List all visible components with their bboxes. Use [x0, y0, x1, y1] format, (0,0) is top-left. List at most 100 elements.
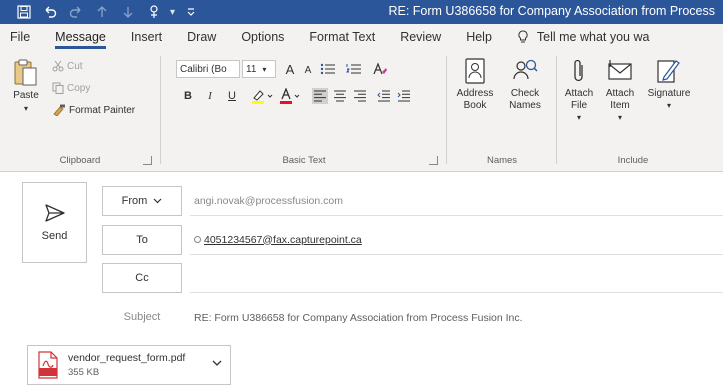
ribbon: Paste ▾ Cut Copy Format Painter Clipboar… — [0, 50, 723, 172]
align-center-icon[interactable] — [332, 88, 348, 104]
attach-file-label: Attach File — [564, 88, 594, 111]
tab-help[interactable]: Help — [466, 24, 492, 50]
to-field[interactable]: 4051234567@fax.capturepoint.ca — [190, 225, 723, 255]
italic-button[interactable]: I — [202, 88, 218, 104]
signature-button[interactable]: Signature ▾ — [644, 56, 694, 112]
align-left-icon[interactable] — [312, 88, 328, 104]
address-book-label: Address Book — [456, 88, 494, 111]
presence-icon — [194, 236, 201, 243]
copy-icon — [52, 82, 64, 94]
chevron-down-icon[interactable] — [212, 360, 222, 367]
send-button[interactable]: Send — [22, 182, 87, 263]
attach-item-label: Attach Item — [605, 88, 635, 111]
bullets-icon[interactable] — [320, 61, 336, 77]
signature-dropdown-icon[interactable]: ▾ — [667, 100, 671, 112]
tab-message[interactable]: Message — [55, 24, 106, 50]
subject-label: Subject — [123, 311, 161, 323]
tab-options[interactable]: Options — [241, 24, 284, 50]
signature-label: Signature — [647, 88, 691, 99]
touch-mode-dropdown-icon[interactable]: ▾ — [170, 7, 175, 18]
decrease-indent-icon[interactable] — [376, 88, 392, 104]
cc-field[interactable] — [190, 263, 723, 293]
clear-formatting-icon[interactable] — [372, 61, 388, 77]
underline-button[interactable]: U — [224, 88, 240, 104]
basic-text-launcher-icon[interactable] — [429, 156, 438, 165]
names-group-label: Names — [486, 155, 518, 166]
scissors-icon — [52, 60, 64, 72]
attach-item-dropdown-icon[interactable]: ▾ — [618, 112, 622, 124]
clipboard-launcher-icon[interactable] — [143, 156, 152, 165]
paste-label: Paste — [13, 90, 39, 101]
attach-file-dropdown-icon[interactable]: ▾ — [577, 112, 581, 124]
increase-indent-icon[interactable] — [396, 88, 412, 104]
redo-icon[interactable] — [66, 2, 86, 22]
format-painter-button[interactable]: Format Painter — [52, 104, 135, 116]
include-group: Attach File ▾ Attach Item ▾ Signature ▾ … — [558, 52, 708, 168]
window-title: RE: Form U386658 for Company Association… — [388, 4, 715, 18]
include-group-label: Include — [617, 155, 649, 166]
paste-button[interactable]: Paste ▾ — [6, 58, 46, 115]
from-button[interactable]: From — [102, 186, 182, 216]
format-painter-label: Format Painter — [69, 104, 136, 116]
bold-button[interactable]: B — [180, 88, 196, 104]
address-book-button[interactable]: Address Book — [452, 56, 498, 112]
format-painter-icon — [53, 104, 65, 116]
basic-text-group-label: Basic Text — [282, 155, 326, 166]
attachment-name: vendor_request_form.pdf — [68, 352, 186, 364]
tab-draw[interactable]: Draw — [187, 24, 216, 50]
basic-text-group: Calibri (Bo 11 ▾ A A B I U Basic Text — [166, 52, 442, 168]
tab-file[interactable]: File — [10, 24, 30, 50]
attach-item-button[interactable]: Attach Item ▾ — [600, 56, 640, 124]
down-arrow-icon[interactable] — [118, 2, 138, 22]
attachment-card[interactable]: vendor_request_form.pdf 355 KB — [27, 345, 231, 385]
attach-file-button[interactable]: Attach File ▾ — [560, 56, 598, 124]
undo-icon[interactable] — [40, 2, 60, 22]
group-divider — [446, 56, 447, 164]
align-right-icon[interactable] — [352, 88, 368, 104]
from-field: angi.novak@processfusion.com — [190, 186, 723, 216]
lightbulb-icon — [518, 30, 528, 43]
numbering-icon[interactable] — [346, 61, 362, 77]
copy-label: Copy — [67, 82, 91, 94]
cc-button[interactable]: Cc — [102, 263, 182, 293]
touch-mode-icon[interactable] — [144, 2, 164, 22]
save-icon[interactable] — [14, 2, 34, 22]
ribbon-tabs: File Message Insert Draw Options Format … — [0, 24, 723, 50]
font-size-dropdown-icon: ▾ — [262, 64, 267, 74]
check-names-button[interactable]: Check Names — [502, 56, 548, 112]
copy-button[interactable]: Copy — [52, 82, 90, 94]
clipboard-group: Paste ▾ Cut Copy Format Painter Clipboar… — [4, 52, 156, 168]
grow-font-button[interactable]: A — [282, 61, 298, 77]
cut-button[interactable]: Cut — [52, 60, 83, 72]
send-icon — [44, 203, 65, 222]
to-address: 4051234567@fax.capturepoint.ca — [204, 233, 362, 246]
grow-font-label: A — [285, 61, 295, 77]
to-button[interactable]: To — [102, 225, 182, 255]
customize-icon[interactable] — [181, 2, 201, 22]
tab-review[interactable]: Review — [400, 24, 441, 50]
subject-field[interactable]: RE: Form U386658 for Company Association… — [194, 312, 523, 324]
font-size-value: 11 — [246, 63, 257, 75]
clipboard-group-label: Clipboard — [59, 155, 101, 166]
shrink-font-button[interactable]: A — [300, 62, 316, 78]
shrink-font-label: A — [304, 64, 312, 76]
from-address: angi.novak@processfusion.com — [194, 194, 343, 207]
envelope-icon — [608, 60, 632, 80]
cut-label: Cut — [67, 60, 83, 72]
recipient-chip[interactable]: 4051234567@fax.capturepoint.ca — [194, 234, 362, 246]
check-names-label: Check Names — [509, 88, 541, 111]
paste-icon — [14, 59, 37, 86]
to-label: To — [136, 234, 148, 246]
highlight-icon[interactable] — [250, 88, 274, 104]
up-arrow-icon[interactable] — [92, 2, 112, 22]
tell-me-text: Tell me what you wa — [536, 30, 650, 44]
paperclip-icon — [574, 59, 583, 82]
quick-access-toolbar: ▾ — [0, 0, 207, 24]
tab-insert[interactable]: Insert — [131, 24, 162, 50]
paste-dropdown-icon[interactable]: ▾ — [24, 103, 28, 115]
tell-me-search[interactable]: Tell me what you wa — [517, 30, 650, 44]
tab-format-text[interactable]: Format Text — [309, 24, 375, 50]
font-name-select[interactable]: Calibri (Bo — [176, 60, 240, 78]
font-size-select[interactable]: 11 ▾ — [242, 60, 276, 78]
font-color-icon[interactable] — [278, 88, 302, 104]
